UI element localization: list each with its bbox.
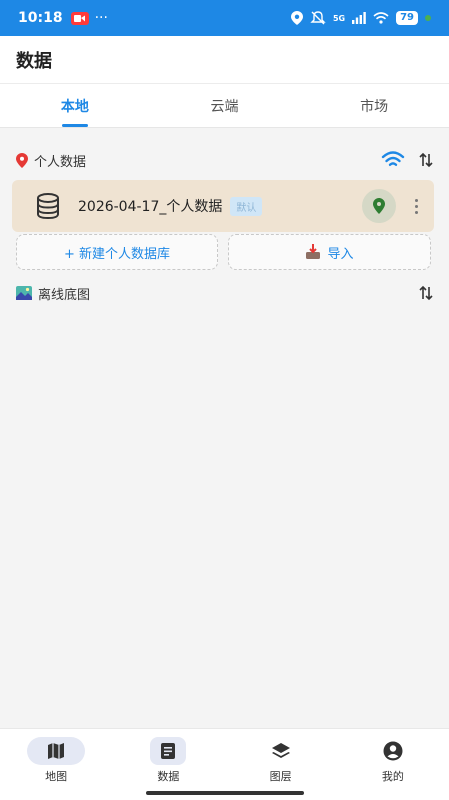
import-icon (305, 244, 321, 260)
offline-map-section: 离线底图 (0, 276, 449, 310)
wifi-status-icon (373, 12, 389, 24)
more-options-icon[interactable] (410, 198, 422, 214)
section-label-offline: 离线底图 (38, 287, 91, 303)
mute-icon (310, 11, 326, 25)
battery-level: 79 (396, 11, 418, 25)
tab-market[interactable]: 市场 (299, 84, 449, 127)
offline-sort-icon[interactable] (419, 285, 433, 301)
green-pin-icon (373, 198, 385, 214)
data-icon (150, 737, 187, 765)
nav-map[interactable]: 地图 (0, 729, 112, 800)
status-time: 10:18 (18, 10, 63, 26)
layers-icon (252, 737, 310, 765)
nav-layers-label: 图层 (269, 770, 292, 783)
screen-record-icon (70, 11, 89, 25)
network-type: 5G (332, 13, 346, 23)
location-marker-button[interactable] (362, 189, 396, 223)
tab-cloud-label: 云端 (210, 98, 239, 115)
signal-icon (352, 12, 366, 24)
wifi-sync-icon[interactable] (381, 151, 405, 169)
personal-data-section: 个人数据 (0, 143, 449, 177)
page-title: 数据 (16, 50, 52, 72)
app-header: 数据 (0, 36, 449, 84)
sort-icon[interactable] (419, 152, 433, 168)
status-bar: 10:18 ··· 5G 79 (0, 0, 449, 36)
nav-data[interactable]: 数据 (112, 729, 224, 800)
section-label-personal: 个人数据 (34, 154, 87, 170)
account-icon (364, 737, 422, 765)
tab-market-label: 市场 (360, 98, 389, 115)
status-more: ··· (94, 10, 108, 26)
database-item[interactable]: 2026-04-17_个人数据 默认 (12, 180, 434, 232)
bottom-navigation: 地图 数据 图层 我的 (0, 728, 449, 800)
notification-dot (425, 15, 431, 21)
nav-map-label: 地图 (45, 770, 68, 783)
default-badge: 默认 (230, 196, 263, 216)
tab-cloud[interactable]: 云端 (150, 84, 300, 127)
location-status-icon (290, 11, 303, 25)
tab-local[interactable]: 本地 (0, 84, 150, 127)
tab-bar: 本地 云端 市场 (0, 84, 449, 128)
nav-me-label: 我的 (381, 770, 404, 783)
database-icon (36, 193, 60, 219)
home-indicator[interactable] (146, 791, 304, 795)
new-database-label: + 新建个人数据库 (63, 246, 171, 262)
nav-data-label: 数据 (157, 770, 180, 783)
map-image-icon (16, 286, 32, 300)
import-button[interactable]: 导入 (228, 234, 431, 270)
import-label: 导入 (327, 246, 354, 262)
tab-local-label: 本地 (60, 98, 89, 115)
location-pin-icon (16, 152, 28, 168)
nav-layers[interactable]: 图层 (225, 729, 337, 800)
map-icon (27, 737, 86, 765)
database-name: 2026-04-17_个人数据 (78, 199, 223, 215)
new-database-button[interactable]: + 新建个人数据库 (16, 234, 218, 270)
nav-me[interactable]: 我的 (337, 729, 449, 800)
